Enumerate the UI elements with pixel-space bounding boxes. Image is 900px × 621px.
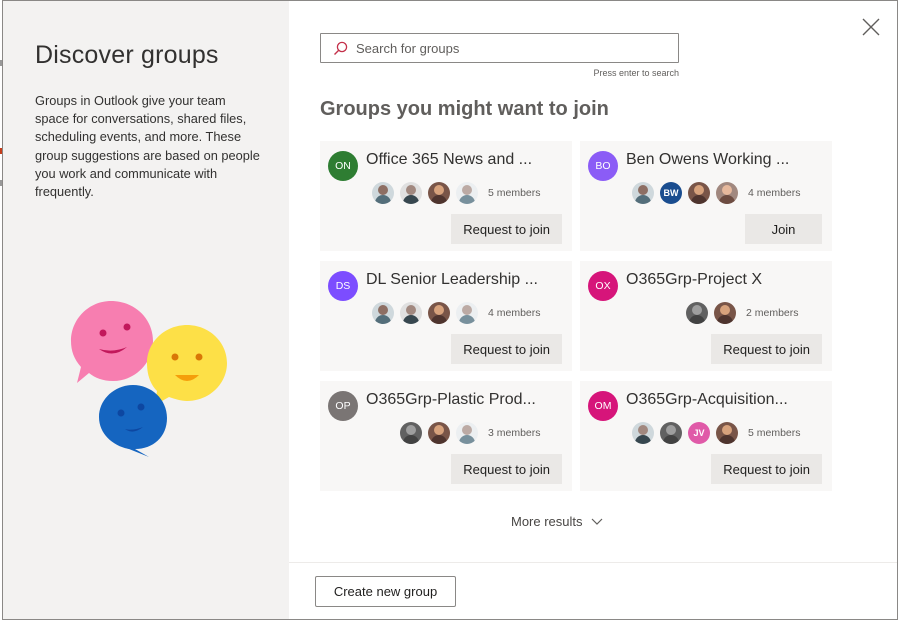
member-avatars: 5 members (372, 181, 541, 205)
group-card: OP O365Grp-Plastic Prod... 3 members Req… (320, 381, 572, 491)
join-button[interactable]: Join (745, 214, 822, 244)
member-photo (428, 422, 450, 444)
groups-panel: Press enter to search Groups you might w… (289, 1, 897, 619)
group-avatar: ON (328, 151, 358, 181)
member-count: 4 members (748, 187, 801, 199)
member-count: 2 members (746, 307, 799, 319)
more-results-label: More results (511, 514, 583, 529)
dialog-description: Groups in Outlook give your team space f… (35, 93, 260, 200)
search-hint: Press enter to search (593, 68, 679, 78)
member-photo (456, 182, 478, 204)
member-initials-avatar: BW (660, 182, 682, 204)
member-initials-avatar: JV (688, 422, 710, 444)
member-avatars: 3 members (400, 421, 541, 445)
member-count: 4 members (488, 307, 541, 319)
member-photo (400, 182, 422, 204)
request-to-join-button[interactable]: Request to join (711, 334, 822, 364)
search-box[interactable] (320, 33, 679, 63)
info-panel: Discover groups Groups in Outlook give y… (3, 1, 289, 619)
member-photo (716, 422, 738, 444)
member-photo (716, 182, 738, 204)
footer-divider (289, 562, 897, 563)
close-button[interactable] (861, 17, 881, 37)
group-card: OM O365Grp-Acquisition... JV 5 members R… (580, 381, 832, 491)
member-photo (632, 422, 654, 444)
chevron-down-icon (591, 518, 602, 525)
group-name: Ben Owens Working ... (626, 151, 790, 168)
member-photo (660, 422, 682, 444)
member-photo (632, 182, 654, 204)
group-name: O365Grp-Plastic Prod... (366, 391, 536, 408)
close-icon (862, 18, 880, 36)
member-photo (428, 182, 450, 204)
group-name: O365Grp-Project X (626, 271, 763, 288)
group-avatar: OX (588, 271, 618, 301)
group-card: ON Office 365 News and ... 5 members Req… (320, 141, 572, 251)
member-avatars: 4 members (372, 301, 541, 325)
member-avatars: JV 5 members (632, 421, 801, 445)
request-to-join-button[interactable]: Request to join (451, 214, 562, 244)
group-name: Office 365 News and ... (366, 151, 533, 168)
member-photo (428, 302, 450, 324)
group-avatar: OM (588, 391, 618, 421)
member-photo (456, 302, 478, 324)
member-photo (400, 422, 422, 444)
request-to-join-button[interactable]: Request to join (711, 454, 822, 484)
group-avatar: BO (588, 151, 618, 181)
request-to-join-button[interactable]: Request to join (451, 454, 562, 484)
member-count: 5 members (748, 427, 801, 439)
member-photo (372, 302, 394, 324)
group-card: OX O365Grp-Project X 2 members Request t… (580, 261, 832, 371)
member-photo (456, 422, 478, 444)
member-photo (686, 302, 708, 324)
dialog-title: Discover groups (35, 41, 219, 69)
search-icon (334, 41, 348, 55)
group-avatar: OP (328, 391, 358, 421)
member-count: 3 members (488, 427, 541, 439)
discover-groups-dialog: Discover groups Groups in Outlook give y… (2, 0, 898, 620)
member-photo (400, 302, 422, 324)
group-avatar: DS (328, 271, 358, 301)
search-input[interactable] (356, 40, 656, 56)
member-count: 5 members (488, 187, 541, 199)
group-card: DS DL Senior Leadership ... 4 members Re… (320, 261, 572, 371)
group-name: O365Grp-Acquisition... (626, 391, 788, 408)
member-photo (714, 302, 736, 324)
more-results-link[interactable]: More results (511, 514, 603, 529)
section-title: Groups you might want to join (320, 98, 609, 120)
group-card: BO Ben Owens Working ... BW 4 members Jo… (580, 141, 832, 251)
member-avatars: BW 4 members (632, 181, 801, 205)
group-name: DL Senior Leadership ... (366, 271, 538, 288)
request-to-join-button[interactable]: Request to join (451, 334, 562, 364)
member-photo (688, 182, 710, 204)
member-avatars: 2 members (686, 301, 799, 325)
chat-bubbles-illustration (71, 301, 227, 457)
member-photo (372, 182, 394, 204)
create-new-group-button[interactable]: Create new group (315, 576, 456, 607)
